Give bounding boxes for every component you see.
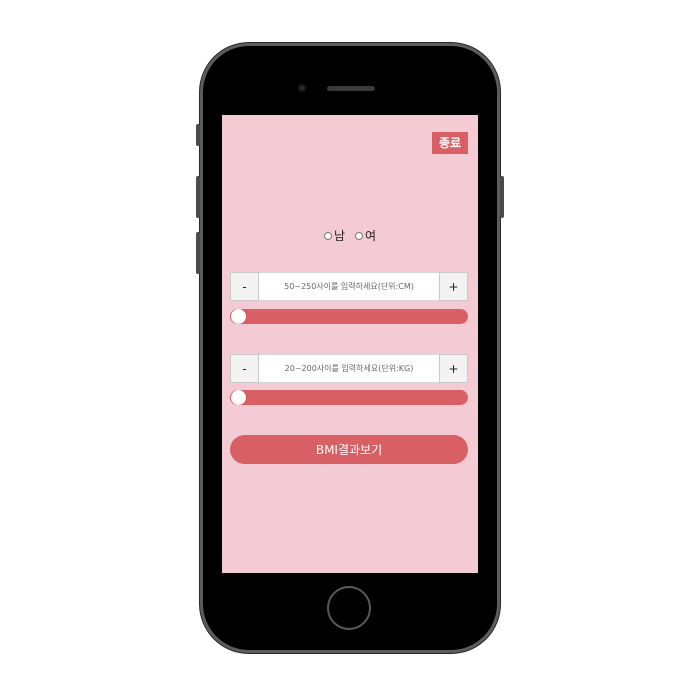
- stage: 종료 남 여 - 50~250사이를 입력하세요(단위:CM) + - 20~2…: [0, 0, 700, 700]
- gender-option-female[interactable]: 여: [355, 227, 376, 244]
- radio-female[interactable]: [355, 231, 363, 240]
- gender-option-male[interactable]: 남: [323, 227, 345, 244]
- weight-input[interactable]: 20~200사이를 입력하세요(단위:KG): [259, 354, 439, 383]
- volume-up-button: [196, 176, 200, 218]
- volume-down-button: [196, 232, 200, 274]
- gender-radio-group: 남 여: [222, 227, 478, 244]
- weight-slider-thumb[interactable]: [231, 390, 246, 405]
- earpiece-speaker: [327, 86, 375, 91]
- exit-button[interactable]: 종료: [432, 132, 468, 154]
- app-screen: 종료 남 여 - 50~250사이를 입력하세요(단위:CM) + - 20~2…: [222, 115, 478, 573]
- height-slider-thumb[interactable]: [231, 309, 246, 324]
- height-decrement-button[interactable]: -: [230, 272, 259, 301]
- height-increment-button[interactable]: +: [439, 272, 468, 301]
- weight-input-row: - 20~200사이를 입력하세요(단위:KG) +: [230, 354, 468, 383]
- front-camera-icon: [298, 84, 306, 92]
- home-button[interactable]: [327, 586, 371, 630]
- height-input-row: - 50~250사이를 입력하세요(단위:CM) +: [230, 272, 468, 301]
- gender-female-label: 여: [365, 229, 377, 243]
- bmi-result-button[interactable]: BMI결과보기: [230, 435, 468, 464]
- radio-male[interactable]: [323, 231, 332, 240]
- height-slider[interactable]: [230, 309, 468, 324]
- gender-male-label: 남: [333, 229, 345, 243]
- height-input[interactable]: 50~250사이를 입력하세요(단위:CM): [259, 272, 439, 301]
- weight-increment-button[interactable]: +: [439, 354, 468, 383]
- weight-decrement-button[interactable]: -: [230, 354, 259, 383]
- power-button: [500, 176, 504, 218]
- weight-slider[interactable]: [230, 390, 468, 405]
- mute-switch: [196, 124, 200, 146]
